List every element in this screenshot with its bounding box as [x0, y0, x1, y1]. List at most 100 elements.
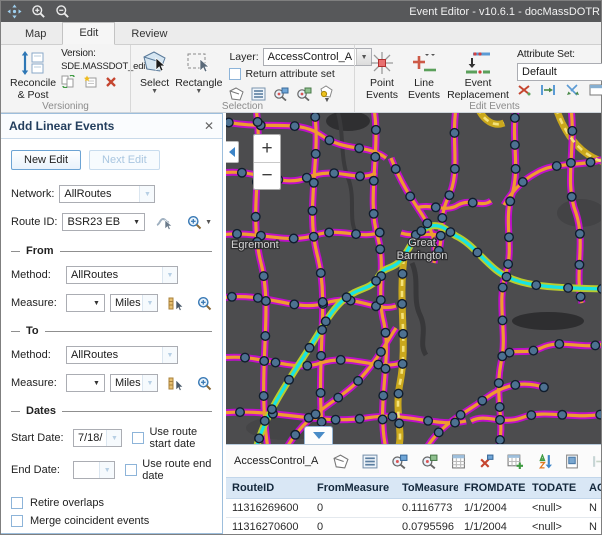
map-zoom-in-button[interactable]: +	[254, 135, 280, 162]
cell-todate: <null>	[526, 499, 583, 518]
collapse-panel-button[interactable]	[226, 141, 239, 163]
merge-coincident-checkbox[interactable]	[11, 515, 23, 527]
tab-review[interactable]: Review	[115, 24, 183, 45]
column-header-fromdate[interactable]: FROMDATE	[458, 478, 526, 499]
return-attribute-set-checkbox[interactable]	[229, 68, 241, 80]
zoom-measure-icon[interactable]	[197, 296, 212, 311]
chevron-down-icon: ▼	[139, 186, 154, 202]
start-date-input[interactable]: 7/18/ ▼	[73, 429, 122, 447]
column-header-todate[interactable]: TODATE	[526, 478, 583, 499]
sort-icon[interactable]	[536, 454, 552, 469]
next-edit-button[interactable]: Next Edit	[89, 150, 160, 170]
retire-overlaps-checkbox[interactable]	[11, 497, 23, 509]
cell-fromdate: 1/1/2004	[458, 518, 526, 535]
window-title: Event Editor - v10.6.1 - docMassDOTR	[409, 6, 600, 18]
cell-routeid: 11316270600	[226, 518, 311, 535]
pan-selection-icon[interactable]	[421, 454, 438, 469]
select-shape-icon[interactable]	[333, 454, 349, 469]
attribute-window-icon[interactable]	[589, 84, 602, 96]
route-id-combo[interactable]: BSR23 EB ▼	[62, 213, 145, 231]
group-label-edit-events: Edit Events	[355, 101, 602, 112]
select-shape-icon[interactable]	[229, 87, 244, 101]
identify-icon[interactable]	[565, 454, 579, 469]
collapse-arrow-icon	[228, 147, 236, 157]
expand-table-button[interactable]	[304, 426, 333, 444]
cell-fromdate: 1/1/2004	[458, 499, 526, 518]
ribbon: Reconcile & Post Version: SDE.MASSDOT_ed…	[1, 45, 601, 113]
chevron-down-icon: ▼	[162, 267, 177, 283]
table-row[interactable]: 11316269600 0 0.1116773 1/1/2004 <null> …	[226, 499, 601, 518]
pages-refresh-icon[interactable]	[61, 75, 76, 88]
column-header-frommeasure[interactable]: FromMeasure	[311, 478, 396, 499]
new-version-icon[interactable]	[83, 75, 98, 88]
from-measure-combo[interactable]: ▼	[66, 294, 105, 312]
group-label-versioning: Versioning	[1, 101, 130, 112]
line-events-button[interactable]: Line Events	[403, 48, 445, 102]
from-units-value: Miles	[111, 295, 142, 311]
map-canvas[interactable]: Egremont Great Barrington + −	[226, 113, 601, 444]
column-header-ac[interactable]: AC	[583, 478, 601, 499]
delete-version-icon[interactable]	[105, 76, 117, 88]
to-method-dropdown[interactable]: AllRoutes ▼	[66, 346, 178, 364]
measure-pick-icon[interactable]	[168, 376, 183, 391]
column-header-tomeasure[interactable]: ToMeasure	[396, 478, 458, 499]
start-date-value: 7/18/	[74, 430, 106, 446]
attribute-table-panel: AccessControl_A	[226, 444, 601, 534]
reconcile-post-button[interactable]: Reconcile & Post	[7, 48, 59, 102]
network-dropdown[interactable]: AllRoutes ▼	[59, 185, 155, 203]
measure-span-icon[interactable]	[540, 84, 556, 96]
map-label-great-barrington-2: Barrington	[397, 250, 448, 262]
end-date-input[interactable]: ▼	[73, 461, 115, 479]
map-zoom-out-button[interactable]: −	[254, 162, 280, 189]
new-edit-button[interactable]: New Edit	[11, 150, 81, 170]
measure-pick-icon[interactable]	[168, 296, 183, 311]
chevron-down-icon: ▼	[129, 214, 144, 230]
select-button[interactable]: Select ▼	[137, 48, 172, 95]
zoom-selection-icon[interactable]	[391, 454, 408, 469]
calculator-icon[interactable]	[451, 454, 466, 469]
table-row[interactable]: 11316270600 0 0.0795596 1/1/2004 <null> …	[226, 518, 601, 535]
to-units-dropdown[interactable]: Miles ▼	[110, 374, 158, 392]
zoom-in-icon[interactable]	[31, 4, 46, 19]
from-units-dropdown[interactable]: Miles ▼	[110, 294, 158, 312]
network-value: AllRoutes	[60, 186, 139, 202]
from-method-dropdown[interactable]: AllRoutes ▼	[66, 266, 178, 284]
pan-selection-icon[interactable]	[296, 87, 312, 101]
selection-list-icon[interactable]	[251, 87, 266, 101]
tab-edit[interactable]: Edit	[62, 22, 115, 45]
reconcile-post-icon	[20, 49, 46, 77]
rectangle-dropdown-caret: ▼	[195, 89, 202, 94]
tab-map[interactable]: Map	[9, 24, 62, 45]
event-replacement-button[interactable]: Event Replacement	[445, 48, 511, 102]
rectangle-tool-icon	[186, 49, 212, 77]
table-toolbar: AccessControl_A	[226, 445, 601, 477]
to-measure-label: Measure:	[11, 377, 61, 389]
zoom-out-icon[interactable]	[55, 4, 70, 19]
use-route-start-checkbox[interactable]	[132, 432, 144, 444]
rectangle-select-button[interactable]: Rectangle ▼	[172, 48, 225, 95]
use-route-end-checkbox[interactable]	[125, 464, 137, 476]
zoom-measure-icon[interactable]	[197, 376, 212, 391]
add-record-icon[interactable]	[507, 454, 523, 469]
chevron-down-icon: ▼	[142, 375, 157, 391]
zoom-route-icon[interactable]: ▼	[187, 215, 212, 230]
split-event-icon[interactable]	[517, 84, 531, 96]
merge-events-icon[interactable]	[565, 84, 580, 96]
measure-span-icon[interactable]	[592, 455, 601, 468]
table-header-row: RouteID FromMeasure ToMeasure FROMDATE T…	[226, 478, 601, 499]
column-header-routeid[interactable]: RouteID	[226, 478, 311, 499]
zoom-selection-icon[interactable]	[273, 87, 289, 101]
selection-list-icon[interactable]	[362, 454, 378, 469]
add-linear-events-panel: Add Linear Events ✕ New Edit Next Edit N…	[1, 113, 223, 534]
dates-section-header: Dates	[11, 405, 212, 417]
point-events-button[interactable]: Point Events	[361, 48, 403, 102]
route-pick-icon[interactable]	[156, 215, 172, 230]
from-measure-label: Measure:	[11, 297, 61, 309]
attribute-set-dropdown[interactable]: Default	[517, 63, 602, 81]
clear-selection-icon[interactable]	[479, 454, 494, 469]
cell-frommeasure: 0	[311, 499, 396, 518]
ribbon-group-versioning: Reconcile & Post Version: SDE.MASSDOT_ed…	[1, 45, 130, 112]
to-measure-combo[interactable]: ▼	[66, 374, 105, 392]
close-icon[interactable]: ✕	[204, 119, 214, 133]
pan-icon[interactable]	[7, 4, 22, 19]
